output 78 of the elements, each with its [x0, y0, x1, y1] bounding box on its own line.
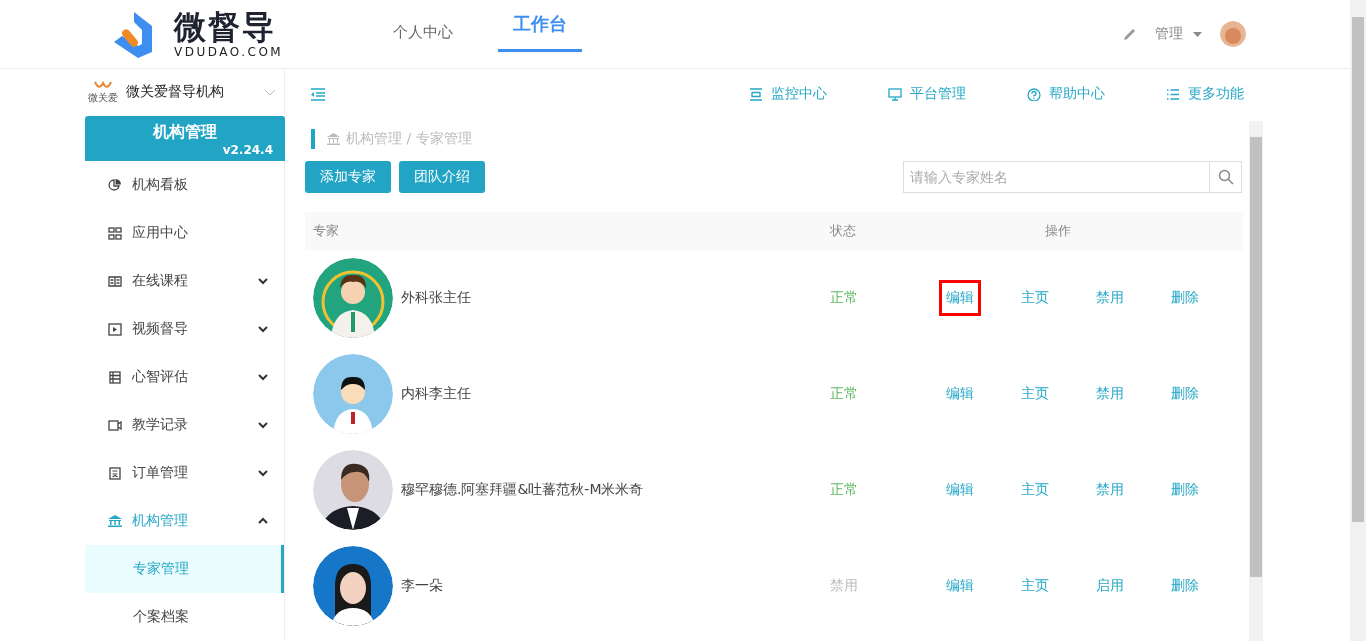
menu-item[interactable]: 机构管理: [85, 497, 284, 545]
action-link[interactable]: 禁用: [1089, 472, 1131, 508]
table-header: 专家 状态 操作: [305, 212, 1243, 250]
video-camera-icon: [108, 418, 122, 432]
desktop-icon: [888, 87, 902, 101]
org-name[interactable]: 微关爱督导机构: [126, 83, 264, 102]
submenu-item[interactable]: 专家管理: [85, 545, 284, 593]
submenu-item[interactable]: 个案档案: [85, 593, 284, 641]
expert-name[interactable]: 内科李主任: [401, 385, 471, 403]
menu-item[interactable]: 教学记录: [85, 401, 284, 449]
search-icon[interactable]: [1217, 169, 1234, 185]
status-text: 正常: [829, 385, 859, 403]
menu-item[interactable]: 机构看板: [85, 161, 284, 209]
book-icon: [108, 274, 122, 288]
section-card: 机构管理 v2.24.4: [85, 115, 285, 161]
action-link[interactable]: 删除: [1164, 280, 1206, 316]
pencil-icon[interactable]: [1123, 27, 1137, 41]
org-logo-text: 微关爱: [88, 92, 118, 104]
list-icon: [1166, 87, 1180, 101]
menu-item[interactable]: 视频督导: [85, 305, 284, 353]
chevron-down-icon[interactable]: [258, 421, 268, 429]
menu-item[interactable]: 订单管理: [85, 449, 284, 497]
action-link[interactable]: 编辑: [939, 376, 981, 412]
nav-tab[interactable]: 工作台: [498, 0, 582, 52]
action-link[interactable]: 删除: [1164, 472, 1206, 508]
action-link[interactable]: 编辑: [939, 472, 981, 508]
action-link[interactable]: 主页: [1014, 472, 1056, 508]
expert-name[interactable]: 穆罕穆德.阿塞拜疆&吐蕃范秋-M米米奇: [401, 481, 644, 499]
grid-icon: [108, 226, 122, 240]
chevron-up-icon[interactable]: [258, 517, 268, 525]
list-sheet-icon: [108, 370, 122, 384]
expert-name[interactable]: 外科张主任: [401, 289, 471, 307]
action-link[interactable]: 主页: [1014, 280, 1056, 316]
monitor-icon: [749, 87, 763, 101]
scrollbar[interactable]: [1350, 0, 1366, 641]
chevron-down-icon[interactable]: [258, 325, 268, 333]
action-link[interactable]: 主页: [1014, 376, 1056, 412]
expert-name[interactable]: 李一朵: [401, 577, 443, 595]
status-text: 禁用: [829, 577, 859, 595]
action-link[interactable]: 禁用: [1089, 376, 1131, 412]
status-text: 正常: [829, 481, 859, 499]
user-menu[interactable]: 管理: [1155, 25, 1202, 43]
toolbar-link[interactable]: 帮助中心: [1027, 85, 1105, 103]
avatar[interactable]: [1220, 21, 1246, 47]
action-link[interactable]: 启用: [1089, 568, 1131, 604]
play-icon: [108, 322, 122, 336]
status-text: 正常: [829, 289, 859, 307]
action-link[interactable]: 禁用: [1089, 280, 1131, 316]
breadcrumb: 机构管理 / 专家管理: [346, 130, 472, 148]
caret-icon: [1193, 31, 1202, 37]
menu-item[interactable]: 在线课程: [85, 257, 284, 305]
menu-item[interactable]: 应用中心: [85, 209, 284, 257]
logo-subtitle: VDUDAO.COM: [174, 45, 284, 59]
toolbar-link[interactable]: 平台管理: [888, 85, 966, 103]
toolbar-link[interactable]: 更多功能: [1166, 85, 1244, 103]
search-button[interactable]: [1210, 161, 1242, 193]
help-icon: [1027, 87, 1041, 101]
chevron-down-icon[interactable]: [258, 277, 268, 285]
chevron-down-icon[interactable]: [258, 373, 268, 381]
pie-chart-icon: [108, 178, 122, 192]
menu-item[interactable]: 心智评估: [85, 353, 284, 401]
action-button[interactable]: 团队介绍: [399, 161, 485, 193]
action-link[interactable]: 删除: [1164, 568, 1206, 604]
toolbar-link[interactable]: 监控中心: [749, 85, 827, 103]
document-icon: [108, 466, 122, 480]
chevron-down-icon[interactable]: [258, 469, 268, 477]
action-link[interactable]: 主页: [1014, 568, 1056, 604]
search-field[interactable]: 请输入专家姓名: [903, 161, 1210, 193]
collapse-menu-icon[interactable]: [310, 87, 326, 101]
action-link[interactable]: 编辑: [939, 280, 981, 316]
scrollbar[interactable]: [1249, 121, 1263, 641]
bank-icon: [108, 514, 122, 528]
nav-tab[interactable]: 个人中心: [378, 0, 468, 69]
action-link[interactable]: 删除: [1164, 376, 1206, 412]
action-button[interactable]: 添加专家: [305, 161, 391, 193]
logo-title: 微督导: [174, 9, 277, 45]
action-link[interactable]: 编辑: [939, 568, 981, 604]
bank-icon: [327, 133, 340, 145]
